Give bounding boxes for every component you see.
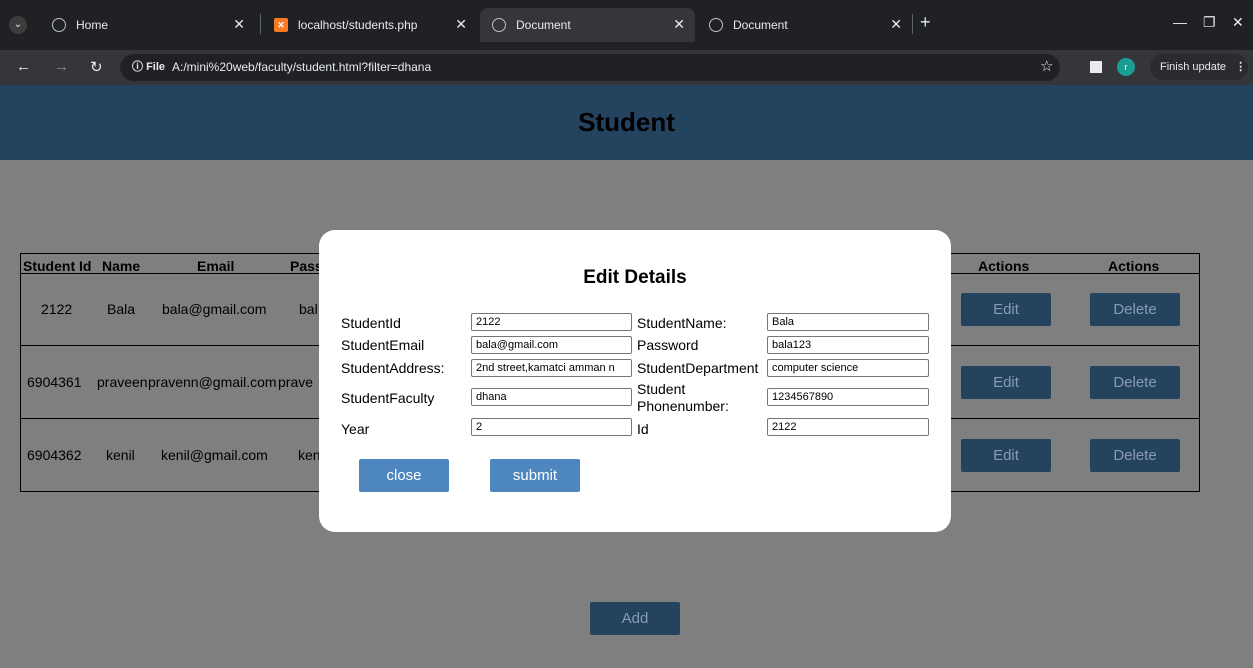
cell-name: praveen xyxy=(97,374,148,390)
cell-name: Bala xyxy=(107,301,136,317)
add-button[interactable]: Add xyxy=(590,602,680,635)
cell-email: kenil@gmail.com xyxy=(161,447,268,463)
tab-title: localhost/students.php xyxy=(298,18,418,32)
profile-avatar[interactable]: r xyxy=(1117,58,1135,76)
site-info-chip[interactable]: ⓘ File xyxy=(126,59,171,76)
restore-icon[interactable]: ❐ xyxy=(1203,14,1216,31)
close-tab-icon[interactable]: ✕ xyxy=(455,16,467,33)
delete-button[interactable]: Delete xyxy=(1090,439,1180,472)
student-name-input[interactable] xyxy=(767,313,929,331)
student-faculty-input[interactable] xyxy=(471,388,632,406)
student-address-input[interactable] xyxy=(471,359,632,377)
submit-button[interactable]: submit xyxy=(490,459,580,492)
cell-email: pravenn@gmail.com xyxy=(148,374,277,390)
cell-student-id: 6904362 xyxy=(27,447,82,463)
header-email: Email xyxy=(197,258,235,274)
edit-details-modal: Edit Details StudentId StudentName: Stud… xyxy=(319,230,951,532)
header-password: Pass xyxy=(290,258,323,274)
student-phone-label-line1: Student xyxy=(637,381,686,397)
student-department-label: StudentDepartment xyxy=(637,360,759,376)
password-label: Password xyxy=(637,337,699,353)
close-tab-icon[interactable]: ✕ xyxy=(233,16,245,33)
bookmark-star-icon[interactable]: ☆ xyxy=(1040,57,1053,75)
page-header: Student xyxy=(0,85,1253,160)
student-email-label: StudentEmail xyxy=(341,337,425,353)
close-window-icon[interactable]: ✕ xyxy=(1232,14,1244,31)
info-icon: ⓘ xyxy=(132,61,143,73)
globe-icon xyxy=(52,18,66,32)
cell-student-id: 2122 xyxy=(41,301,73,317)
page-body: Student Student Id Name Email Pass Actio… xyxy=(0,85,1253,668)
student-address-label: StudentAddress: xyxy=(341,360,445,376)
tab-title: Document xyxy=(733,18,788,32)
tab-strip: ⌄ Home ✕ ✕ localhost/students.php ✕ Docu… xyxy=(0,0,1253,50)
page-title: Student xyxy=(578,107,675,137)
tab-separator xyxy=(260,14,261,34)
globe-icon xyxy=(709,18,723,32)
site-info-label: File xyxy=(146,61,166,73)
header-name: Name xyxy=(102,258,141,274)
edit-button[interactable]: Edit xyxy=(961,366,1051,399)
edit-button[interactable]: Edit xyxy=(961,439,1051,472)
cell-name: kenil xyxy=(106,447,135,463)
xampp-icon: ✕ xyxy=(274,18,288,32)
student-id-label: StudentId xyxy=(341,315,401,331)
tab-students-php[interactable]: ✕ localhost/students.php ✕ xyxy=(262,8,477,42)
url-text: A:/mini%20web/faculty/student.html?filte… xyxy=(172,60,432,74)
student-phone-input[interactable] xyxy=(767,388,929,406)
tab-title: Document xyxy=(516,18,571,32)
tab-search-icon[interactable]: ⌄ xyxy=(9,16,27,34)
tab-home[interactable]: Home ✕ xyxy=(40,8,255,42)
header-student-id: Student Id xyxy=(23,258,92,274)
student-name-label: StudentName: xyxy=(637,315,727,331)
back-icon[interactable]: ← xyxy=(16,58,31,75)
reload-icon[interactable]: ↻ xyxy=(90,58,103,76)
header-actions-delete: Actions xyxy=(1108,258,1160,274)
forward-icon[interactable]: → xyxy=(54,58,69,75)
modal-title: Edit Details xyxy=(583,267,687,288)
tab-document[interactable]: Document ✕ xyxy=(697,8,912,42)
id-input[interactable] xyxy=(767,418,929,436)
new-tab-icon[interactable]: + xyxy=(920,12,931,33)
cell-email: bala@gmail.com xyxy=(162,301,267,317)
finish-update-button[interactable]: Finish update ⋮ xyxy=(1150,54,1248,80)
more-menu-icon[interactable]: ⋮ xyxy=(1235,61,1246,73)
year-input[interactable] xyxy=(471,418,632,436)
delete-button[interactable]: Delete xyxy=(1090,293,1180,326)
header-actions-edit: Actions xyxy=(978,258,1030,274)
tab-title: Home xyxy=(76,18,109,32)
tab-document-active[interactable]: Document ✕ xyxy=(480,8,695,42)
minimize-icon[interactable]: — xyxy=(1173,14,1187,30)
tab-separator xyxy=(912,14,913,34)
cell-password: prave xyxy=(278,374,314,390)
browser-toolbar: ← → ↻ ⓘ File A:/mini%20web/faculty/stude… xyxy=(0,50,1253,85)
close-button[interactable]: close xyxy=(359,459,449,492)
side-panel-icon[interactable] xyxy=(1090,61,1102,73)
student-id-input[interactable] xyxy=(471,313,632,331)
year-label: Year xyxy=(341,421,370,437)
globe-icon xyxy=(492,18,506,32)
student-email-input[interactable] xyxy=(471,336,632,354)
student-department-input[interactable] xyxy=(767,359,929,377)
close-tab-icon[interactable]: ✕ xyxy=(890,16,902,33)
delete-button[interactable]: Delete xyxy=(1090,366,1180,399)
id-label: Id xyxy=(637,421,649,437)
finish-update-label: Finish update xyxy=(1160,61,1227,73)
close-tab-icon[interactable]: ✕ xyxy=(673,16,685,33)
student-faculty-label: StudentFaculty xyxy=(341,390,435,406)
address-bar[interactable]: ⓘ File A:/mini%20web/faculty/student.htm… xyxy=(120,54,1060,81)
edit-button[interactable]: Edit xyxy=(961,293,1051,326)
student-phone-label-line2: Phonenumber: xyxy=(637,398,729,414)
cell-student-id: 6904361 xyxy=(27,374,82,390)
password-input[interactable] xyxy=(767,336,929,354)
